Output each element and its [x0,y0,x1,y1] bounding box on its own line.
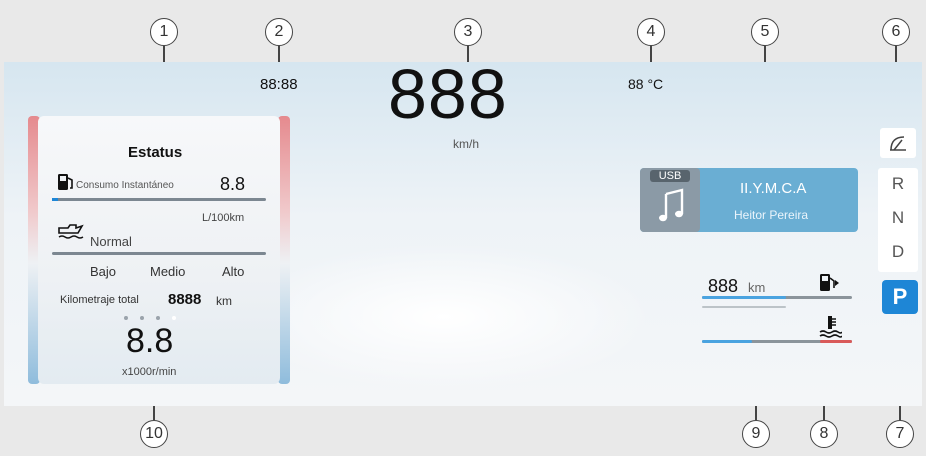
background-glow [234,242,654,392]
clock-display: 88:88 [260,76,298,93]
oil-can-icon [58,224,84,239]
callout-9: 9 [742,420,770,448]
page-dot [140,316,144,320]
speed-unit: km/h [453,137,480,151]
odometer-unit: km [216,294,232,308]
odometer-value: 8888 [168,291,202,308]
wiper-icon [890,136,906,151]
rpm-unit: x1000r/min [122,366,177,378]
media-artist: Heitor Pereira [734,208,809,222]
temperature-display: 88 °C [628,76,664,92]
page-dot-active [172,316,176,320]
drive-mode-bar [52,252,266,255]
park-button[interactable]: P [882,280,918,314]
fuel-pump-icon [820,274,839,291]
instrument-cluster-screen: 88:88 888 km/h 88 °C Estatus Consumo Ins… [4,62,922,406]
fuel-consumption-bar-fill [52,198,58,201]
gear-n[interactable]: N [878,208,918,228]
coolant-temp-bar-hot [820,340,852,343]
fuel-consumption-label: Consumo Instantáneo [76,180,174,191]
status-card-body: Estatus Consumo Instantáneo 8.8 L/100km … [38,116,280,384]
rpm-value: 8.8 [126,322,174,360]
callout-5: 5 [751,18,779,46]
level-high: Alto [222,264,245,279]
media-source-thumb: USB [640,168,700,232]
callout-6: 6 [882,18,910,46]
callout-8: 8 [810,420,838,448]
wiper-button[interactable] [880,128,916,158]
page-dot [156,316,160,320]
media-track-title: II.Y.M.C.A [740,180,807,197]
callout-3: 3 [454,18,482,46]
fuel-consumption-unit: L/100km [202,212,245,224]
gear-r[interactable]: R [878,174,918,194]
status-title: Estatus [128,144,183,161]
callout-2: 2 [265,18,293,46]
fuel-consumption-bar [52,198,266,201]
page-dot [124,316,128,320]
callout-4: 4 [637,18,665,46]
gear-selector: R N D [878,168,918,272]
media-panel[interactable]: USB II.Y.M.C.A Heitor Pereira [640,168,858,232]
music-note-icon [659,188,684,222]
callout-10: 10 [140,420,168,448]
fuel-consumption-value: 8.8 [220,174,246,194]
level-medium: Medio [150,264,186,279]
range-value: 888 [708,276,739,296]
level-low: Bajo [90,264,117,279]
callout-1: 1 [150,18,178,46]
fuel-level-bar-fill [702,296,786,299]
callout-7: 7 [886,420,914,448]
status-card: Estatus Consumo Instantáneo 8.8 L/100km … [28,116,290,384]
speed-display: 888 [388,62,508,133]
range-unit: km [748,280,766,295]
media-source-label: USB [650,170,690,182]
odometer-label: Kilometraje total [60,294,139,306]
gear-d[interactable]: D [878,242,918,262]
coolant-temp-bar-cold [702,340,752,343]
fuel-pump-icon [58,174,73,190]
coolant-temp-icon [819,316,842,338]
fuel-level-reflection [702,306,786,308]
drive-mode-label: Normal [90,234,132,249]
